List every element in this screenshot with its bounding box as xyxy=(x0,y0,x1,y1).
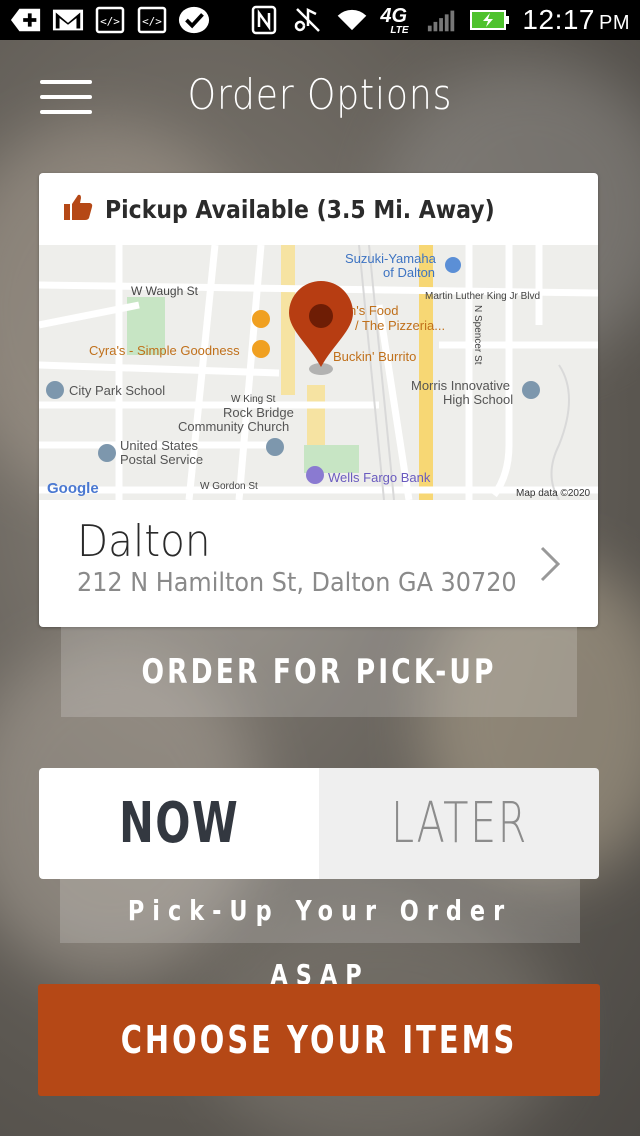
map-label-ns-food: n's Food xyxy=(349,303,398,318)
location-card: Pickup Available (3.5 Mi. Away) Suzuki-Y… xyxy=(39,173,598,627)
mute-icon xyxy=(292,6,324,34)
map-label-city-park: City Park School xyxy=(69,383,165,398)
add-icon xyxy=(10,6,42,34)
now-option[interactable]: NOW xyxy=(39,768,319,879)
map-label-pizzeria: / The Pizzeria... xyxy=(355,318,445,333)
map-label-suzuki: Suzuki-Yamaha xyxy=(345,251,437,266)
status-bar: </> </> 4G LTE 12:17 PM xyxy=(0,0,640,40)
map-label-morris-1: Morris Innovative xyxy=(411,378,510,393)
thumbs-up-icon xyxy=(63,193,93,226)
pickup-availability: Pickup Available (3.5 Mi. Away) xyxy=(39,173,598,245)
wifi-icon xyxy=(336,6,368,34)
later-label: LATER xyxy=(390,791,528,856)
gmail-icon xyxy=(52,6,84,34)
battery-charging-icon xyxy=(470,6,510,34)
map-label-cyras: Cyra's - Simple Goodness xyxy=(89,343,240,358)
later-option[interactable]: LATER xyxy=(319,768,599,879)
code-icon: </> xyxy=(136,6,168,34)
map-data-attribution: Map data ©2020 xyxy=(516,488,591,499)
code-icon: </> xyxy=(94,6,126,34)
signal-icon xyxy=(426,6,458,34)
map-label-w-gordon: W Gordon St xyxy=(200,481,258,492)
nfc-icon xyxy=(248,5,280,35)
chevron-right-icon xyxy=(538,544,562,584)
check-icon xyxy=(178,6,210,34)
now-label: NOW xyxy=(118,791,240,856)
map-label-n-spencer: N Spencer St xyxy=(472,305,483,365)
map-label-w-king: W King St xyxy=(231,394,276,405)
location-name: Dalton xyxy=(77,516,211,567)
location-row[interactable]: Dalton 212 N Hamilton St, Dalton GA 3072… xyxy=(39,500,598,627)
page-title: Order Options xyxy=(187,70,453,119)
svg-text:</>: </> xyxy=(142,15,162,28)
map-label-usps-2: Postal Service xyxy=(120,452,203,467)
map-label-wells-fargo: Wells Fargo Bank xyxy=(328,470,431,485)
order-for-pickup-button[interactable]: ORDER FOR PICK-UP xyxy=(61,627,577,717)
choose-your-items-label: CHOOSE YOUR ITEMS xyxy=(120,1018,518,1062)
svg-text:</>: </> xyxy=(100,15,120,28)
map-label-usps-1: United States xyxy=(120,438,199,453)
google-logo: Google xyxy=(47,480,99,497)
location-map[interactable]: Suzuki-Yamaha of Dalton W Waugh St Marti… xyxy=(39,244,598,501)
map-label-suzuki-2: of Dalton xyxy=(383,265,435,280)
choose-your-items-button[interactable]: CHOOSE YOUR ITEMS xyxy=(38,984,600,1096)
timing-toggle: NOW LATER xyxy=(39,768,599,879)
map-label-rock-bridge-1: Rock Bridge xyxy=(223,405,294,420)
map-label-w-waugh: W Waugh St xyxy=(131,284,199,298)
pickup-availability-text: Pickup Available (3.5 Mi. Away) xyxy=(105,194,495,224)
network-type: 4G LTE xyxy=(380,5,409,36)
map-label-mlk: Martin Luther King Jr Blvd xyxy=(425,291,540,302)
order-for-pickup-label: ORDER FOR PICK-UP xyxy=(141,652,497,692)
map-label-buckin: Buckin' Burrito xyxy=(333,349,416,364)
map-label-rock-bridge-2: Community Church xyxy=(178,419,289,434)
clock: 12:17 PM xyxy=(522,4,630,35)
location-address: 212 N Hamilton St, Dalton GA 30720 xyxy=(77,568,517,598)
map-label-morris-2: High School xyxy=(443,392,513,407)
timing-subtitle: Pick-Up Your Order ASAP xyxy=(60,879,580,991)
